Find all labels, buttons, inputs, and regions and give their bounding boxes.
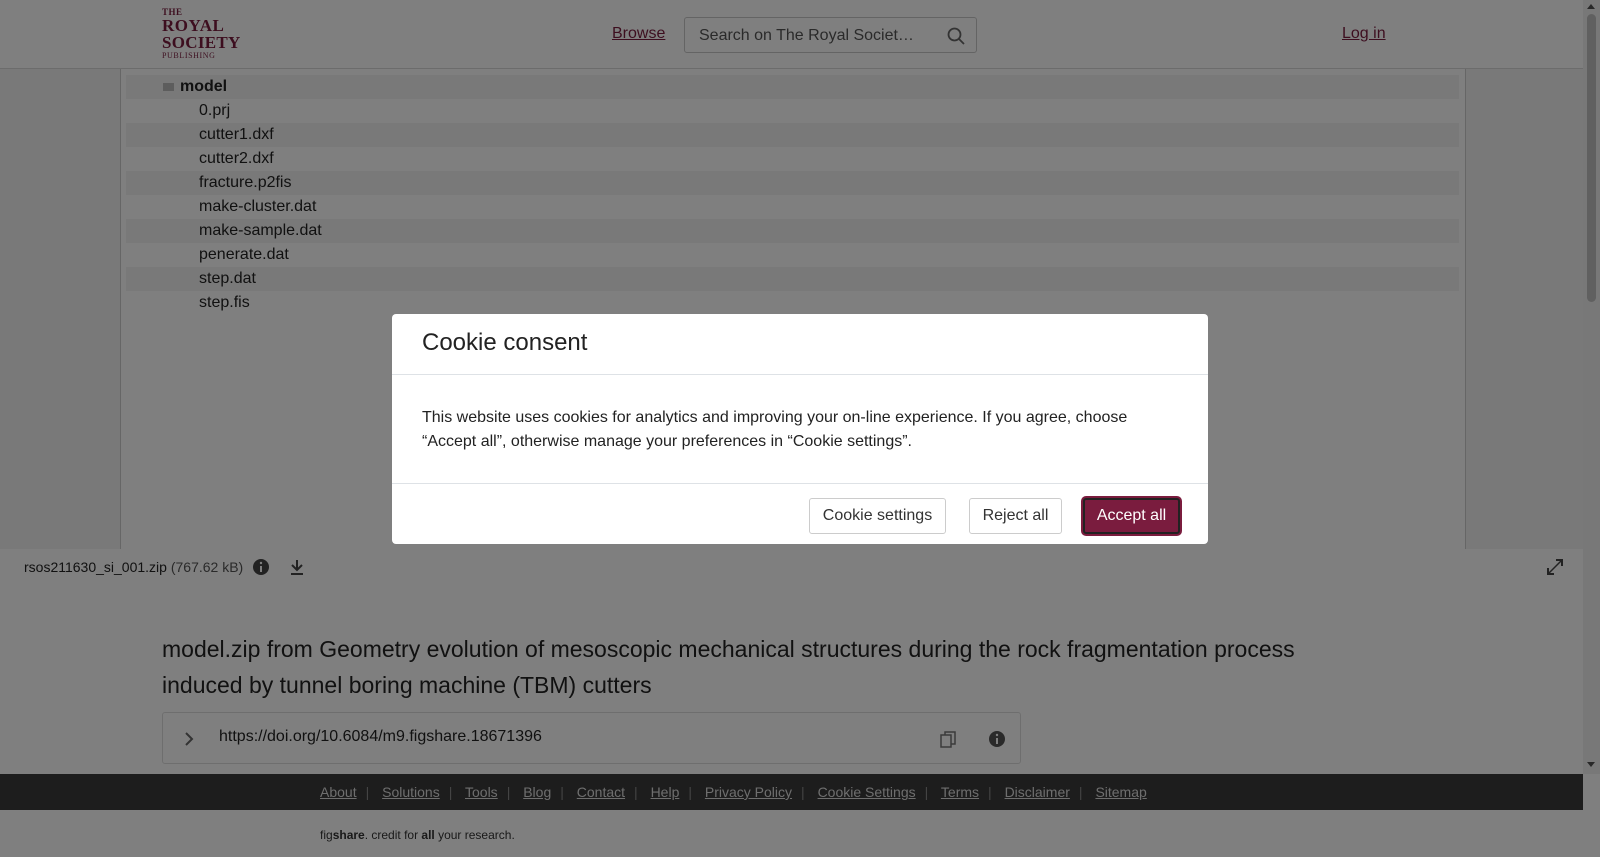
cookie-consent-dialog: Cookie consent This website uses cookies… — [392, 314, 1208, 544]
modal-title: Cookie consent — [422, 329, 588, 356]
modal-footer: Cookie settings Reject all Accept all — [392, 483, 1208, 544]
reject-all-button[interactable]: Reject all — [969, 498, 1062, 534]
modal-body-text: This website uses cookies for analytics … — [422, 409, 1128, 450]
modal-header: Cookie consent — [392, 314, 1208, 375]
accept-all-button[interactable]: Accept all — [1083, 498, 1180, 534]
modal-backdrop: Cookie consent This website uses cookies… — [0, 0, 1600, 857]
cookie-settings-button[interactable]: Cookie settings — [809, 498, 946, 534]
